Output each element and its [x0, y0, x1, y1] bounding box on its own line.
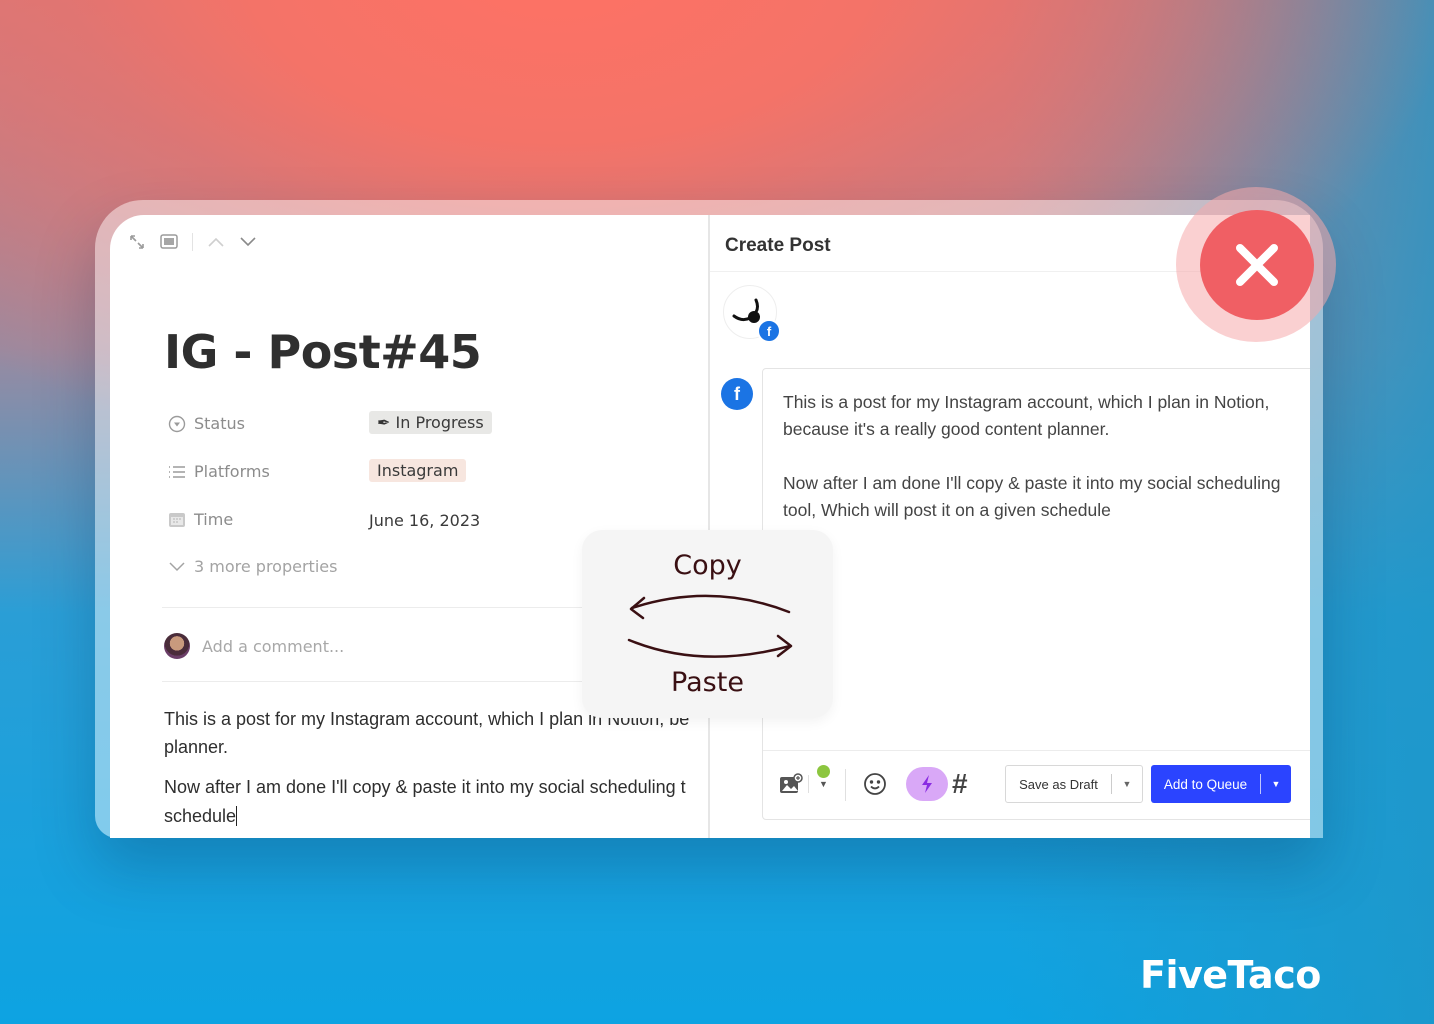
brand-logo: FiveTaco — [1140, 953, 1321, 997]
facebook-badge-icon: f — [757, 319, 781, 343]
platform-tag: Instagram — [369, 459, 467, 482]
toolbar-separator — [192, 233, 193, 251]
ai-assistant-icon[interactable] — [906, 767, 948, 801]
account-avatar[interactable]: f — [723, 285, 781, 343]
chevron-down-icon[interactable] — [239, 233, 257, 251]
more-properties-toggle[interactable]: 3 more properties — [168, 557, 337, 576]
save-as-draft-label: Save as Draft — [1019, 776, 1098, 792]
status-icon — [168, 415, 186, 433]
app-panel: IG - Post#45 Status ✒ In Progress Platfo… — [110, 215, 1310, 838]
post-editor[interactable]: This is a post for my Instagram account,… — [762, 368, 1310, 820]
text-cursor — [236, 806, 238, 826]
body-line[interactable]: Now after I am done I'll copy & paste it… — [164, 773, 686, 802]
comment-placeholder: Add a comment... — [202, 636, 345, 656]
status-badge: In Progress — [395, 413, 484, 432]
status-dot-icon — [817, 765, 830, 778]
create-post-title: Create Post — [725, 235, 831, 256]
add-media-icon[interactable] — [779, 773, 803, 795]
pen-icon: ✒ — [377, 413, 391, 432]
caret-down-icon: ▼ — [819, 779, 828, 789]
more-properties-label: 3 more properties — [194, 557, 338, 576]
list-icon — [168, 463, 186, 481]
body-line[interactable]: planner. — [164, 733, 228, 762]
property-label: Time — [194, 510, 234, 529]
comment-input[interactable]: Add a comment... — [164, 633, 344, 659]
paste-label: Paste — [671, 667, 744, 698]
save-as-draft-button[interactable]: Save as Draft ▼ — [1005, 765, 1143, 803]
add-to-queue-button[interactable]: Add to Queue ▼ — [1151, 765, 1291, 803]
body-line: schedule — [164, 806, 237, 826]
property-label: Status — [194, 414, 245, 433]
property-status[interactable]: Status — [168, 414, 245, 433]
add-to-queue-label: Add to Queue — [1163, 776, 1248, 792]
divider — [162, 681, 602, 682]
toolbar-separator — [845, 769, 846, 801]
chevron-up-icon[interactable] — [207, 233, 225, 251]
page-title[interactable]: IG - Post#45 — [164, 325, 482, 379]
calendar-icon — [168, 511, 186, 529]
expand-icon[interactable] — [128, 233, 146, 251]
property-time[interactable]: Time — [168, 510, 233, 529]
draft-options-caret-icon[interactable]: ▼ — [1112, 779, 1142, 789]
close-icon — [1236, 244, 1278, 286]
notion-topbar — [128, 233, 257, 251]
status-dot-dropdown[interactable]: ▼ — [817, 765, 830, 790]
copy-paste-card: Copy Paste — [582, 530, 833, 718]
body-line-editing[interactable]: schedule — [164, 802, 238, 831]
divider — [162, 607, 602, 608]
emoji-icon[interactable] — [863, 772, 887, 796]
post-text[interactable]: This is a post for my Instagram account,… — [783, 389, 1280, 524]
close-button[interactable] — [1200, 210, 1314, 320]
chevron-down-icon — [168, 558, 186, 576]
time-value[interactable]: June 16, 2023 — [369, 511, 480, 530]
platforms-value[interactable]: Instagram — [369, 459, 467, 482]
side-peek-icon[interactable] — [160, 233, 178, 251]
hashtag-icon[interactable]: # — [952, 768, 968, 800]
property-label: Platforms — [194, 462, 270, 481]
queue-options-caret-icon[interactable]: ▼ — [1261, 779, 1291, 789]
facebook-icon[interactable]: f — [721, 378, 753, 410]
split-divider[interactable] — [708, 215, 710, 838]
property-platforms[interactable]: Platforms — [168, 462, 270, 481]
toolbar-separator — [808, 775, 809, 793]
editor-toolbar: ▼ # Save as Draft ▼ Add to Queue ▼ — [763, 750, 1310, 819]
status-value[interactable]: ✒ In Progress — [369, 411, 492, 434]
avatar — [164, 633, 190, 659]
